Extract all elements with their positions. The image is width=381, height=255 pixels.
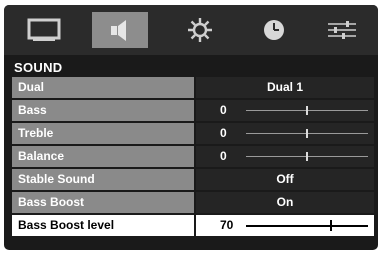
menu-tab-bar — [4, 5, 378, 55]
bass-value: 0 — [220, 103, 227, 117]
menu-row-bass[interactable]: Bass 0 — [12, 100, 374, 121]
tab-sound[interactable] — [92, 12, 148, 48]
row-label: Treble — [12, 123, 194, 144]
section-title: SOUND — [14, 60, 63, 75]
balance-value: 0 — [220, 149, 227, 163]
tab-options[interactable] — [314, 12, 370, 48]
stable-sound-value: Off — [276, 172, 294, 186]
treble-value: 0 — [220, 126, 227, 140]
row-value: 0 — [196, 146, 374, 167]
slider-thumb[interactable] — [306, 106, 308, 115]
bass-slider[interactable] — [246, 106, 368, 115]
gear-icon — [188, 18, 212, 42]
menu-row-stable-sound[interactable]: Stable Sound Off — [12, 169, 374, 190]
treble-slider[interactable] — [246, 129, 368, 138]
menu-row-balance[interactable]: Balance 0 — [12, 146, 374, 167]
row-value: On — [196, 192, 374, 213]
clock-icon — [264, 20, 284, 40]
dual-value: Dual 1 — [266, 80, 303, 94]
row-label: Balance — [12, 146, 194, 167]
bass-boost-level-slider[interactable] — [246, 220, 368, 231]
row-label: Bass Boost level — [12, 215, 194, 236]
slider-thumb[interactable] — [306, 129, 308, 138]
row-label: Bass — [12, 100, 194, 121]
row-value: Dual 1 — [196, 77, 374, 98]
row-label: Dual — [12, 77, 194, 98]
row-value: 70 — [196, 215, 374, 236]
row-label: Stable Sound — [12, 169, 194, 190]
tab-setup[interactable] — [172, 12, 228, 48]
menu-row-bass-boost[interactable]: Bass Boost On — [12, 192, 374, 213]
sound-menu: SOUND Dual Dual 1 Bass 0 Treble 0 Balanc… — [4, 5, 378, 250]
menu-row-dual[interactable]: Dual Dual 1 — [12, 77, 374, 98]
bass-boost-value: On — [276, 195, 294, 209]
row-value: 0 — [196, 123, 374, 144]
slider-thumb[interactable] — [330, 220, 332, 231]
slider-thumb[interactable] — [306, 152, 308, 161]
menu-row-bass-boost-level[interactable]: Bass Boost level 70 — [12, 215, 374, 236]
tab-picture[interactable] — [16, 12, 72, 48]
row-label: Bass Boost — [12, 192, 194, 213]
menu-row-treble[interactable]: Treble 0 — [12, 123, 374, 144]
row-value: Off — [196, 169, 374, 190]
sliders-icon — [328, 21, 356, 39]
bass-boost-level-value: 70 — [220, 218, 234, 232]
balance-slider[interactable] — [246, 152, 368, 161]
row-value: 0 — [196, 100, 374, 121]
tab-timer[interactable] — [246, 12, 302, 48]
speaker-icon — [111, 20, 126, 41]
monitor-icon — [27, 18, 61, 41]
